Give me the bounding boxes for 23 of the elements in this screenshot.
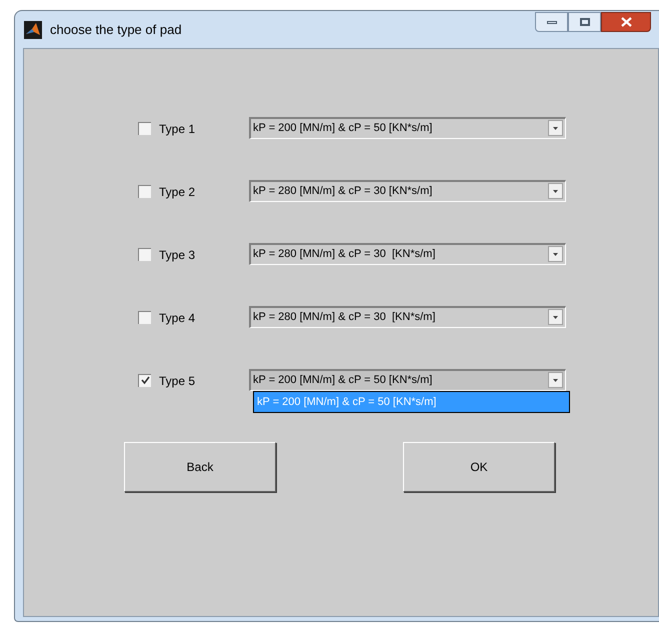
dropdown[interactable]: kP = 200 [MN/m] & cP = 50 [KN*s/m] (249, 117, 566, 139)
dropdown[interactable]: kP = 280 [MN/m] & cP = 30 [KN*s/m] (249, 243, 566, 265)
minimize-button[interactable] (535, 12, 568, 32)
checkbox-label: Type 2 (159, 184, 196, 201)
app-icon (24, 20, 42, 38)
checkbox[interactable] (138, 310, 151, 324)
checkbox[interactable] (138, 122, 151, 134)
checkbox-label: Type 5 (159, 373, 196, 390)
checkbox[interactable] (138, 184, 151, 198)
checkbox[interactable] (138, 248, 151, 260)
checkbox-label: Type 4 (159, 310, 196, 327)
dialog-button[interactable]: Back (124, 442, 276, 492)
checkbox[interactable] (138, 374, 151, 386)
dialog-button[interactable]: OK (403, 442, 555, 492)
dropdown[interactable]: kP = 280 [MN/m] & cP = 30 [KN*s/m] (249, 180, 566, 202)
window-title: choose the type of pad (50, 20, 182, 39)
close-icon (620, 17, 632, 27)
close-button[interactable] (601, 12, 651, 32)
dropdown[interactable]: kP = 280 [MN/m] & cP = 30 [KN*s/m] (249, 306, 566, 328)
checkbox-label: Type 1 (159, 121, 196, 138)
dropdown[interactable]: kP = 200 [MN/m] & cP = 50 [KN*s/m] (249, 369, 566, 391)
checkbox-label: Type 3 (159, 247, 196, 264)
maximize-button[interactable] (568, 12, 601, 32)
